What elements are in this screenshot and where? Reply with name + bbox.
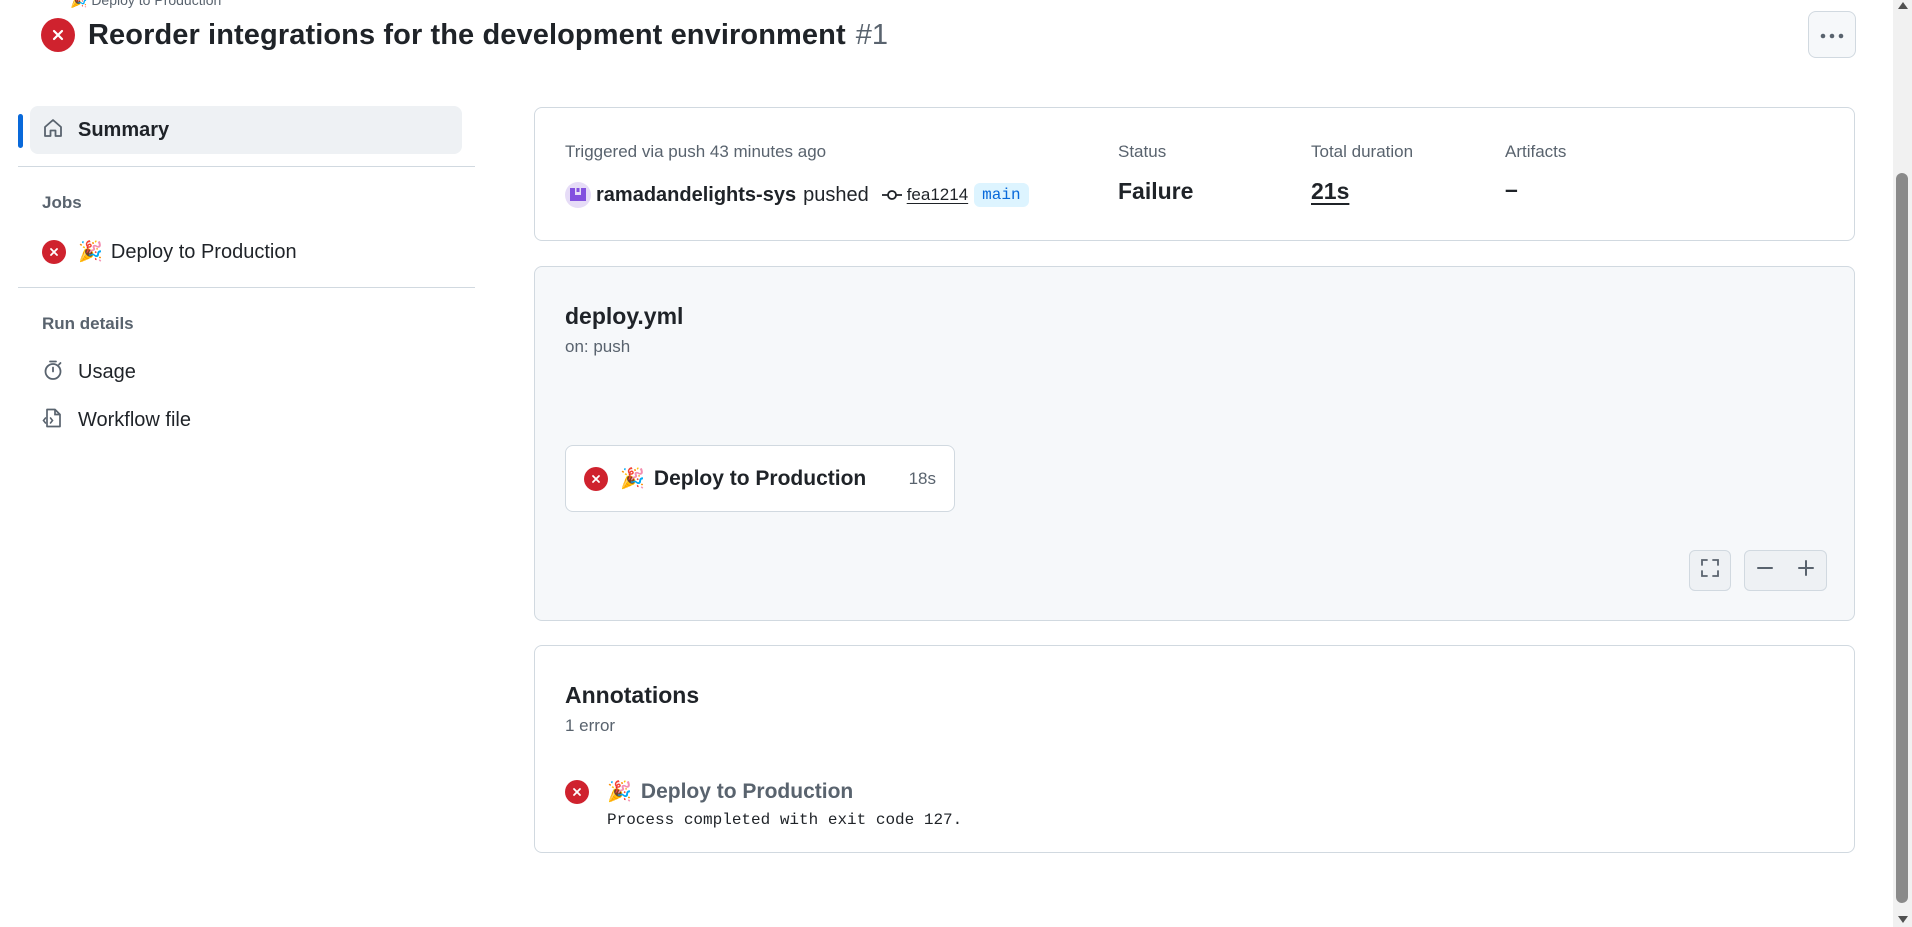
- active-indicator: [18, 114, 23, 148]
- annotation-item: 🎉 Deploy to Production: [565, 780, 853, 804]
- annotations-card: Annotations 1 error 🎉 Deploy to Producti…: [534, 645, 1855, 853]
- x-circle-fill-icon: [584, 466, 608, 491]
- duration-link[interactable]: 21s: [1311, 178, 1349, 205]
- plus-icon: [1797, 559, 1815, 582]
- sidebar-item-workflow-file[interactable]: Workflow file: [42, 402, 191, 438]
- job-node[interactable]: 🎉 Deploy to Production 18s: [565, 445, 955, 512]
- annotation-message: Process completed with exit code 127.: [607, 811, 963, 829]
- file-code-icon: [42, 407, 64, 434]
- artifacts-value: –: [1505, 176, 1518, 202]
- party-popper-icon: 🎉: [78, 241, 103, 263]
- job-duration: 18s: [908, 468, 936, 488]
- run-header: Reorder integrations for the development…: [41, 14, 888, 56]
- x-circle-fill-icon: [42, 240, 66, 264]
- branch-badge[interactable]: main: [974, 183, 1029, 207]
- jobs-heading: Jobs: [42, 193, 82, 212]
- party-popper-icon: 🎉: [620, 467, 645, 490]
- divider: [18, 287, 475, 288]
- fullscreen-button[interactable]: [1689, 550, 1731, 591]
- actor-link[interactable]: ramadandelights-sys: [596, 184, 796, 207]
- workflow-graph-card: deploy.yml on: push 🎉 Deploy to Producti…: [534, 266, 1855, 621]
- party-popper-icon: 🎉: [607, 781, 632, 803]
- avatar[interactable]: [565, 182, 591, 208]
- x-circle-fill-icon: [41, 18, 75, 52]
- sidebar-item-label: Deploy to Production: [110, 240, 297, 263]
- scroll-up-arrow-icon[interactable]: [1898, 2, 1908, 9]
- sidebar-item-summary[interactable]: Summary: [30, 106, 462, 154]
- scroll-down-arrow-icon[interactable]: [1898, 916, 1908, 923]
- stopwatch-icon: [42, 359, 64, 386]
- run-details-heading: Run details: [42, 314, 134, 333]
- duration-label: Total duration: [1311, 142, 1414, 161]
- page-scrollbar[interactable]: [1893, 0, 1912, 927]
- page-title: Reorder integrations for the development…: [88, 18, 846, 51]
- zoom-out-button[interactable]: [1744, 550, 1786, 591]
- run-summary-card: Triggered via push 43 minutes ago ramada…: [534, 107, 1855, 241]
- fullscreen-icon: [1700, 558, 1720, 583]
- sidebar-item-label: Workflow file: [78, 408, 191, 431]
- scrollbar-thumb[interactable]: [1896, 173, 1908, 903]
- annotations-title: Annotations: [565, 682, 700, 708]
- annotation-job-link[interactable]: Deploy to Production: [641, 780, 853, 804]
- status-label: Status: [1118, 142, 1167, 161]
- workflow-trigger: on: push: [565, 337, 631, 356]
- sidebar-item-label: Usage: [78, 360, 136, 383]
- annotations-count: 1 error: [565, 716, 616, 735]
- kebab-horizontal-icon: [1820, 26, 1844, 44]
- sidebar-item-deploy-job[interactable]: 🎉 Deploy to Production: [42, 234, 297, 270]
- sidebar-item-usage[interactable]: Usage: [42, 354, 136, 390]
- sidebar-item-label: Summary: [78, 118, 170, 141]
- breadcrumb[interactable]: 🎉 Deploy to Production: [70, 0, 221, 9]
- job-name: Deploy to Production: [653, 466, 867, 490]
- workflow-file-name: deploy.yml: [565, 303, 684, 329]
- home-icon: [42, 117, 64, 144]
- dash-icon: [1756, 559, 1774, 582]
- divider: [18, 166, 475, 167]
- zoom-in-button[interactable]: [1785, 550, 1827, 591]
- trigger-actor-row: ramadandelights-sys pushed fea1214 main: [565, 180, 1029, 210]
- git-commit-icon: [881, 189, 902, 201]
- trigger-action: pushed: [803, 183, 869, 206]
- run-number: #1: [855, 18, 888, 51]
- triggered-text: Triggered via push 43 minutes ago: [565, 142, 827, 161]
- status-value: Failure: [1118, 178, 1194, 204]
- x-circle-fill-icon: [565, 780, 589, 804]
- commit-link[interactable]: fea1214: [907, 185, 968, 205]
- artifacts-label: Artifacts: [1505, 142, 1567, 161]
- more-options-button[interactable]: [1808, 11, 1856, 58]
